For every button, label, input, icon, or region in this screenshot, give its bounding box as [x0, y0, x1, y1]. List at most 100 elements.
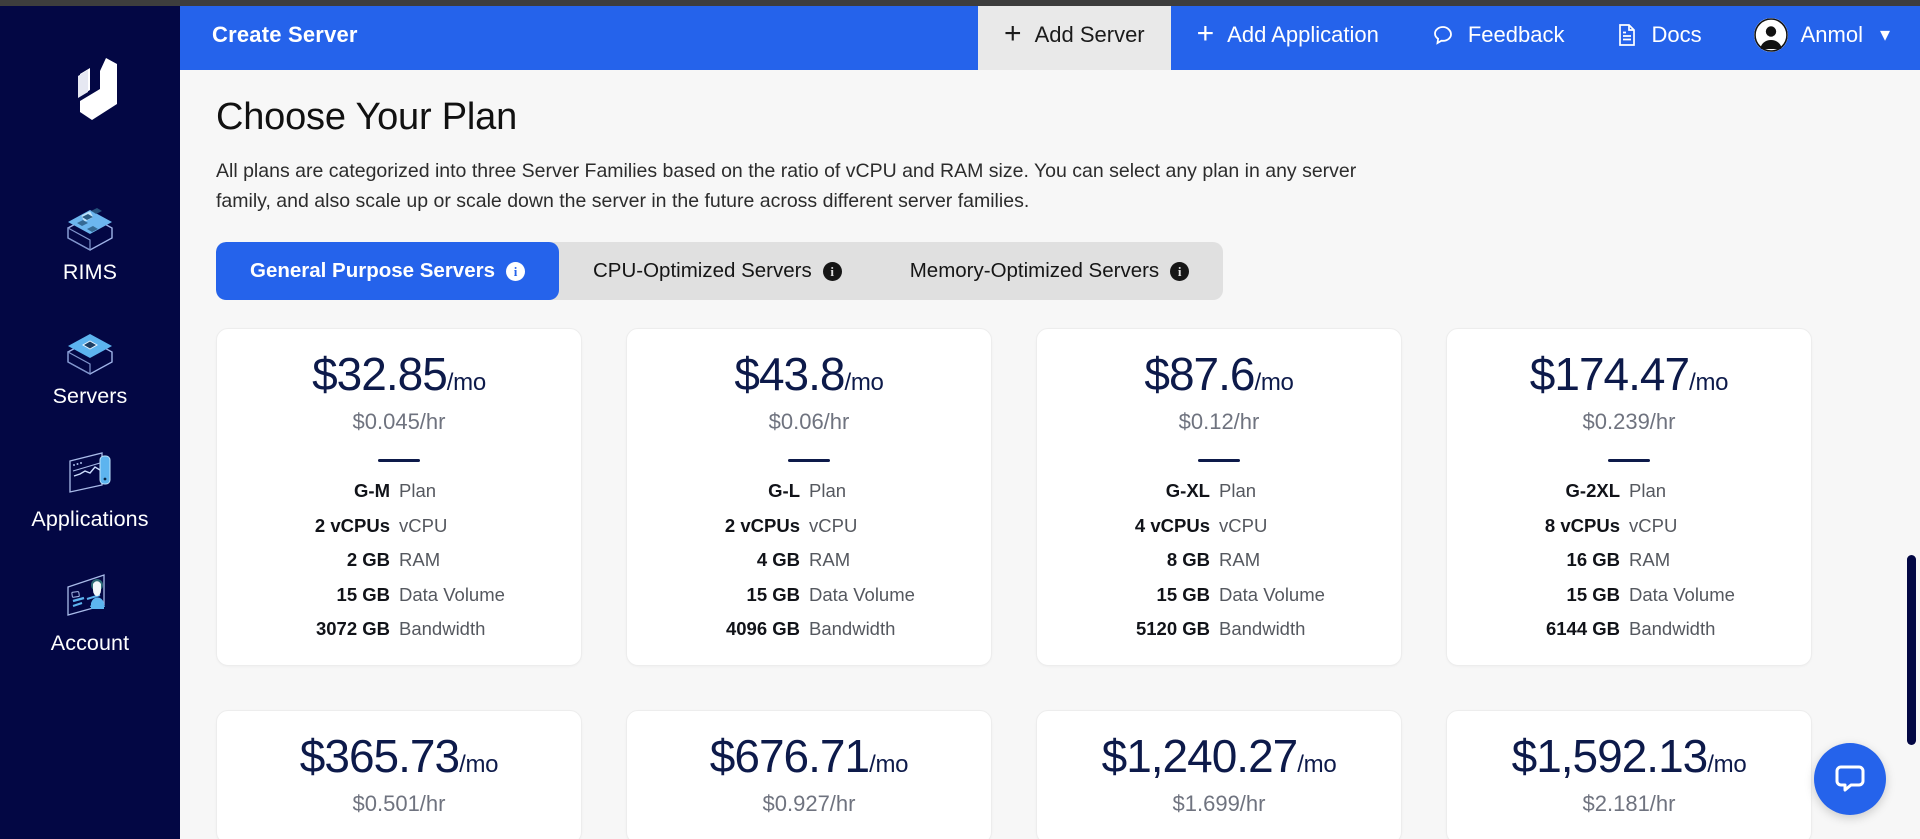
plan-price-monthly: $1,240.27 [1102, 730, 1298, 782]
plan-price-hourly: $0.045/hr [243, 409, 555, 435]
page-title: Choose Your Plan [216, 96, 1920, 139]
spec-label: RAM [1219, 551, 1375, 570]
spec-value: 8 vCPUs [1473, 517, 1629, 536]
plan-card[interactable]: $87.6/mo $0.12/hr G-XL Plan 4 vCPUs vCPU… [1036, 328, 1402, 666]
plan-card[interactable]: $365.73/mo $0.501/hr [216, 710, 582, 839]
tab-cpu-optimized-servers[interactable]: CPU-Optimized Servers i [559, 242, 876, 300]
feedback-button[interactable]: Feedback [1405, 0, 1591, 70]
plan-price-unit: /mo [1689, 369, 1728, 396]
plan-price-unit: /mo [1707, 751, 1746, 778]
sidebar-item-account[interactable]: Account [0, 567, 180, 655]
spec-data-volume: 15 GB Data Volume [653, 586, 965, 605]
plan-price-unit: /mo [459, 751, 498, 778]
plan-card[interactable]: $1,592.13/mo $2.181/hr [1446, 710, 1812, 839]
sidebar-item-label: Applications [31, 509, 148, 531]
plan-price-unit: /mo [869, 751, 908, 778]
spec-value: 4 GB [653, 551, 809, 570]
sidebar-item-rims[interactable]: RIMS [0, 196, 180, 284]
chat-support-button[interactable] [1814, 743, 1886, 815]
sidebar: RIMS Servers [0, 0, 180, 839]
plan-price-monthly: $365.73 [300, 730, 459, 782]
scrollbar-thumb[interactable] [1907, 555, 1916, 745]
spec-value: 3072 GB [243, 620, 399, 639]
plan-price-unit: /mo [1255, 369, 1294, 396]
card-divider [788, 459, 830, 462]
spec-label: vCPU [399, 517, 555, 536]
feedback-label: Feedback [1468, 22, 1565, 48]
spec-vcpu: 8 vCPUs vCPU [1473, 517, 1785, 536]
plan-price-unit: /mo [845, 369, 884, 396]
spec-value: 2 vCPUs [653, 517, 809, 536]
plan-card[interactable]: $43.8/mo $0.06/hr G-L Plan 2 vCPUs vCPU … [626, 328, 992, 666]
plan-price-monthly: $32.85 [312, 348, 447, 400]
spec-label: Plan [1629, 482, 1785, 501]
spec-label: Plan [1219, 482, 1375, 501]
sidebar-item-label: RIMS [63, 262, 117, 284]
chevron-down-icon: ▾ [1880, 25, 1890, 45]
user-menu[interactable]: Anmol ▾ [1728, 0, 1920, 70]
spec-label: vCPU [809, 517, 965, 536]
add-application-button[interactable]: + Add Application [1171, 0, 1405, 70]
plan-price: $174.47/mo [1473, 351, 1785, 397]
spec-plan: G-XL Plan [1063, 482, 1375, 501]
plan-price-monthly: $174.47 [1530, 348, 1689, 400]
plus-icon: + [1197, 19, 1215, 49]
document-icon [1616, 23, 1638, 47]
info-icon[interactable]: i [1170, 262, 1189, 281]
top-navigation-bar: Create Server + Add Server + Add Applica… [180, 0, 1920, 70]
spec-ram: 2 GB RAM [243, 551, 555, 570]
docs-label: Docs [1651, 22, 1701, 48]
tab-general-purpose-servers[interactable]: General Purpose Servers i [216, 242, 559, 300]
sidebar-item-applications[interactable]: Applications [0, 443, 180, 531]
spec-data-volume: 15 GB Data Volume [1063, 586, 1375, 605]
add-server-label: Add Server [1035, 22, 1145, 48]
spec-ram: 4 GB RAM [653, 551, 965, 570]
spec-value: 16 GB [1473, 551, 1629, 570]
plan-price-hourly: $0.06/hr [653, 409, 965, 435]
spec-label: Bandwidth [399, 620, 555, 639]
plan-card[interactable]: $1,240.27/mo $1.699/hr [1036, 710, 1402, 839]
card-divider [1198, 459, 1240, 462]
spec-value: 5120 GB [1063, 620, 1219, 639]
plan-card[interactable]: $32.85/mo $0.045/hr G-M Plan 2 vCPUs vCP… [216, 328, 582, 666]
chat-bubble-icon [1832, 759, 1868, 800]
info-icon[interactable]: i [823, 262, 842, 281]
info-icon[interactable]: i [506, 262, 525, 281]
tab-label: Memory-Optimized Servers [910, 259, 1159, 283]
spec-label: Bandwidth [1629, 620, 1785, 639]
plan-price: $1,240.27/mo [1063, 733, 1375, 779]
plan-price-unit: /mo [1297, 751, 1336, 778]
plan-price-hourly: $1.699/hr [1063, 791, 1375, 817]
application-window-icon [59, 443, 121, 501]
add-server-button[interactable]: + Add Server [978, 0, 1171, 70]
plan-card[interactable]: $676.71/mo $0.927/hr [626, 710, 992, 839]
spec-data-volume: 15 GB Data Volume [243, 586, 555, 605]
spec-value: 15 GB [243, 586, 399, 605]
plan-price-monthly: $1,592.13 [1512, 730, 1708, 782]
user-avatar-icon [1754, 18, 1788, 52]
rims-stack-icon [59, 196, 121, 254]
docs-button[interactable]: Docs [1590, 0, 1727, 70]
tab-label: CPU-Optimized Servers [593, 259, 812, 283]
plan-card[interactable]: $174.47/mo $0.239/hr G-2XL Plan 8 vCPUs … [1446, 328, 1812, 666]
spec-value: 2 GB [243, 551, 399, 570]
sidebar-item-servers[interactable]: Servers [0, 320, 180, 408]
vertical-scrollbar[interactable] [1904, 70, 1920, 839]
user-name: Anmol [1801, 22, 1863, 48]
account-card-icon [59, 567, 121, 625]
d-logo-icon[interactable] [57, 52, 123, 126]
spec-value: G-M [243, 482, 399, 501]
spec-label: vCPU [1629, 517, 1785, 536]
plan-content: Choose Your Plan All plans are categoriz… [180, 70, 1920, 839]
spec-value: G-XL [1063, 482, 1219, 501]
plan-price-hourly: $2.181/hr [1473, 791, 1785, 817]
spec-label: Plan [809, 482, 965, 501]
spec-label: Data Volume [399, 586, 555, 605]
spec-plan: G-L Plan [653, 482, 965, 501]
tab-memory-optimized-servers[interactable]: Memory-Optimized Servers i [876, 242, 1223, 300]
spec-plan: G-2XL Plan [1473, 482, 1785, 501]
spec-label: vCPU [1219, 517, 1375, 536]
server-family-tabs: General Purpose Servers i CPU-Optimized … [216, 242, 1223, 300]
plan-price-monthly: $87.6 [1144, 348, 1254, 400]
spec-label: Data Volume [1629, 586, 1785, 605]
